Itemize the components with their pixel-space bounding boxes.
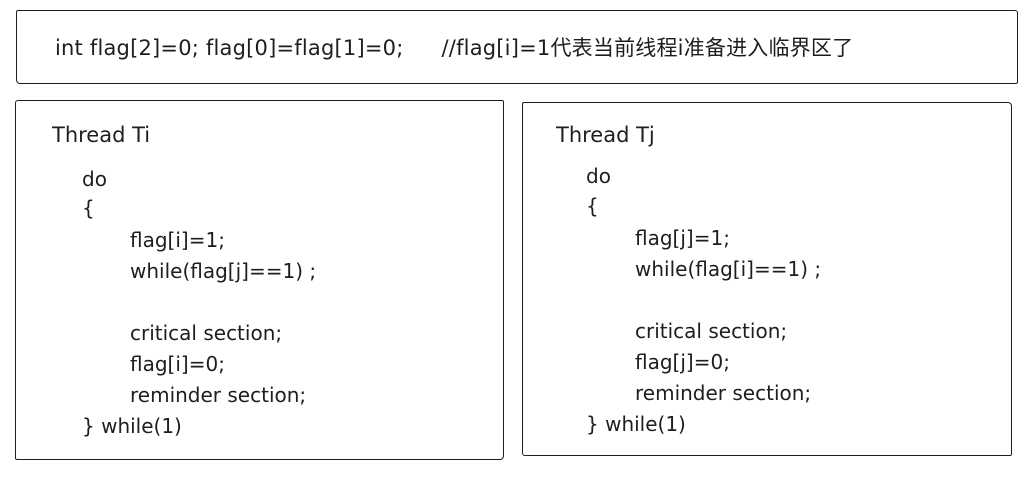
thread-j-line-do-while-end: } while(1) — [586, 412, 686, 436]
thread-i-title: Thread Ti — [52, 123, 151, 147]
thread-i-line-critical-section: critical section; — [130, 321, 283, 345]
thread-j-title: Thread Tj — [556, 123, 655, 147]
declaration-code: int flag[2]=0; flag[0]=flag[1]=0; — [55, 36, 404, 60]
declaration-line: int flag[2]=0; flag[0]=flag[1]=0; //flag[… — [55, 32, 853, 62]
thread-j-line-while-wait: while(flag[i]==1) ; — [635, 257, 822, 281]
thread-i-line-do: do — [82, 167, 107, 191]
thread-j-box: Thread Tj do { flag[j]=1; while(flag[i]=… — [522, 102, 1012, 456]
thread-i-line-reminder-section: reminder section; — [130, 383, 307, 407]
thread-i-line-do-while-end: } while(1) — [82, 414, 182, 438]
declaration-comment: //flag[i]=1代表当前线程i准备进入临界区了 — [441, 36, 854, 60]
thread-i-line-clear-flag: flag[i]=0; — [130, 352, 225, 376]
thread-i-line-open-brace: { — [82, 196, 95, 220]
thread-i-line-set-flag: flag[i]=1; — [130, 228, 225, 252]
thread-j-line-do: do — [586, 164, 611, 188]
thread-j-line-open-brace: { — [586, 194, 599, 218]
thread-i-box: Thread Ti do { flag[i]=1; while(flag[j]=… — [15, 100, 504, 460]
thread-j-line-critical-section: critical section; — [635, 319, 788, 343]
thread-i-line-while-wait: while(flag[j]==1) ; — [130, 259, 317, 283]
thread-j-line-reminder-section: reminder section; — [635, 381, 812, 405]
thread-j-line-clear-flag: flag[j]=0; — [635, 350, 730, 374]
thread-j-line-set-flag: flag[j]=1; — [635, 226, 730, 250]
declaration-box: int flag[2]=0; flag[0]=flag[1]=0; //flag[… — [16, 10, 1018, 84]
